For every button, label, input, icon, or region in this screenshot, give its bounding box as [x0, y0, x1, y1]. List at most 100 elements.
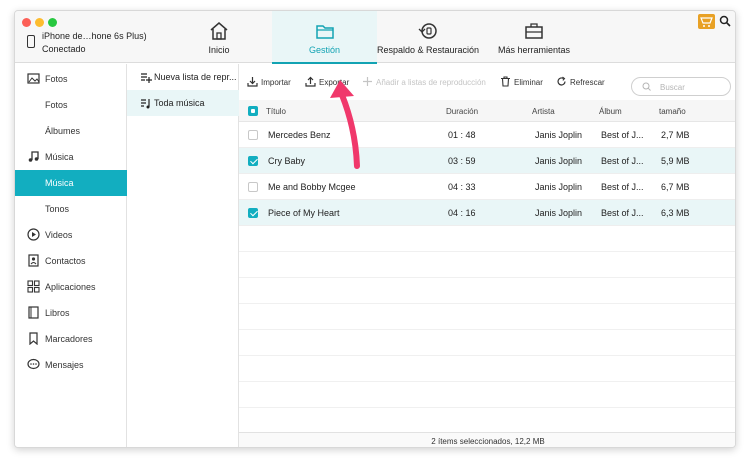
sidebar-item-marcadores[interactable]: Marcadores [15, 326, 127, 352]
zoom-window-button[interactable] [48, 18, 57, 27]
main-content: Importar Exportar Añadir a listas de rep… [239, 64, 735, 447]
selection-status: 2 ítems seleccionados, 12,2 MB [431, 437, 545, 446]
song-artist: Janis Joplin [535, 130, 583, 140]
song-table: Mercedes Benz 01 : 48 Janis Joplin Best … [239, 122, 735, 432]
sidebar-item-musica[interactable]: Música [15, 144, 127, 170]
apps-icon [27, 280, 40, 293]
delete-button[interactable]: Eliminar [500, 76, 543, 90]
sidebar-item-aplicaciones[interactable]: Aplicaciones [15, 274, 127, 300]
header-title[interactable]: Título [266, 107, 286, 116]
music-list-icon [141, 99, 150, 109]
tab-inicio-label: Inicio [208, 45, 230, 55]
device-status: Conectado [42, 44, 86, 54]
tab-mas-herramientas-label: Más herramientas [497, 45, 571, 55]
row-checkbox[interactable] [248, 130, 258, 140]
sidebar-item-albumes[interactable]: Álbumes [15, 118, 127, 144]
device-name: iPhone de…hone 6s Plus) [42, 31, 147, 41]
cart-icon[interactable] [698, 14, 715, 29]
header-album[interactable]: Álbum [599, 107, 622, 116]
search-icon[interactable] [719, 15, 731, 27]
table-row[interactable]: Me and Bobby Mcgee 04 : 33 Janis Joplin … [239, 174, 735, 200]
sidebar-item-label: Mensajes [45, 360, 84, 370]
refresh-icon [557, 76, 566, 86]
all-music-item[interactable]: Toda música [127, 90, 239, 116]
home-icon [210, 22, 228, 40]
delete-label: Eliminar [514, 78, 543, 87]
sidebar-item-label: Tonos [45, 204, 70, 214]
tab-inicio[interactable]: Inicio [185, 11, 253, 63]
device-info[interactable]: iPhone de…hone 6s Plus) Conectado [27, 31, 177, 61]
sidebar-item-tonos[interactable]: Tonos [15, 196, 127, 222]
import-button[interactable]: Importar [247, 76, 291, 90]
tab-gestion-label: Gestión [308, 45, 341, 55]
export-label: Exportar [319, 78, 350, 87]
sidebar-item-fotos[interactable]: Fotos [15, 66, 127, 92]
song-title: Piece of My Heart [268, 208, 340, 218]
refresh-button[interactable]: Refrescar [556, 76, 605, 90]
song-size: 6,3 MB [661, 208, 690, 218]
song-artist: Janis Joplin [535, 208, 583, 218]
add-to-playlist-button[interactable]: Añadir a listas de reproducción [362, 76, 486, 90]
photo-icon [27, 73, 40, 84]
search-placeholder: Buscar [660, 83, 685, 92]
export-button[interactable]: Exportar [305, 76, 349, 90]
restore-icon [418, 23, 437, 39]
sidebar-item-fotos-sub[interactable]: Fotos [15, 92, 127, 118]
header-artist[interactable]: Artista [532, 107, 555, 116]
table-row[interactable]: Mercedes Benz 01 : 48 Janis Joplin Best … [239, 122, 735, 148]
empty-row-line [239, 407, 735, 408]
tab-mas-herramientas[interactable]: Más herramientas [491, 11, 577, 63]
song-artist: Janis Joplin [535, 156, 583, 166]
header-size[interactable]: tamaño [659, 107, 686, 116]
select-all-checkbox[interactable] [248, 106, 258, 116]
table-header: Título Duración Artista Álbum tamaño [239, 100, 735, 122]
sidebar-item-label: Marcadores [45, 334, 93, 344]
song-duration: 03 : 59 [448, 156, 476, 166]
song-album: Best of J... [601, 182, 644, 192]
empty-row-line [239, 277, 735, 278]
sidebar-item-label: Música [45, 178, 74, 188]
tab-respaldo-label: Respaldo & Restauración [377, 45, 480, 55]
tab-respaldo[interactable]: Respaldo & Restauración [377, 11, 479, 63]
sidebar-item-mensajes[interactable]: Mensajes [15, 352, 127, 378]
row-checkbox[interactable] [248, 208, 258, 218]
table-row[interactable]: Piece of My Heart 04 : 16 Janis Joplin B… [239, 200, 735, 226]
book-icon [28, 306, 39, 319]
status-bar: 2 ítems seleccionados, 12,2 MB [239, 432, 735, 447]
app-window: iPhone de…hone 6s Plus) Conectado Inicio… [14, 10, 736, 448]
row-checkbox[interactable] [248, 182, 258, 192]
tab-gestion[interactable]: Gestión [272, 11, 377, 64]
sidebar: Fotos Fotos Álbumes Música Música Tonos … [15, 64, 127, 447]
table-row[interactable]: Cry Baby 03 : 59 Janis Joplin Best of J.… [239, 148, 735, 174]
song-size: 2,7 MB [661, 130, 690, 140]
song-album: Best of J... [601, 156, 644, 166]
sidebar-item-libros[interactable]: Libros [15, 300, 127, 326]
empty-row-line [239, 251, 735, 252]
contacts-icon [28, 254, 39, 267]
all-music-label: Toda música [154, 98, 205, 108]
song-title: Mercedes Benz [268, 130, 331, 140]
close-window-button[interactable] [22, 18, 31, 27]
add-to-playlist-label: Añadir a listas de reproducción [376, 78, 486, 87]
bookmark-icon [29, 332, 38, 345]
song-album: Best of J... [601, 208, 644, 218]
sidebar-item-label: Música [45, 152, 74, 162]
song-album: Best of J... [601, 130, 644, 140]
empty-row-line [239, 303, 735, 304]
song-size: 5,9 MB [661, 156, 690, 166]
sidebar-item-musica-sub[interactable]: Música [15, 170, 127, 196]
export-icon [305, 76, 316, 87]
search-input[interactable]: Buscar [631, 77, 731, 96]
sidebar-item-contactos[interactable]: Contactos [15, 248, 127, 274]
header-duration[interactable]: Duración [446, 107, 478, 116]
empty-row-line [239, 355, 735, 356]
row-checkbox[interactable] [248, 156, 258, 166]
new-playlist-button[interactable]: Nueva lista de repr... [127, 64, 239, 90]
toolbox-icon [525, 23, 543, 39]
song-title: Cry Baby [268, 156, 306, 166]
sidebar-item-videos[interactable]: Videos [15, 222, 127, 248]
minimize-window-button[interactable] [35, 18, 44, 27]
sidebar-item-label: Fotos [45, 74, 68, 84]
video-icon [27, 228, 40, 241]
song-size: 6,7 MB [661, 182, 690, 192]
